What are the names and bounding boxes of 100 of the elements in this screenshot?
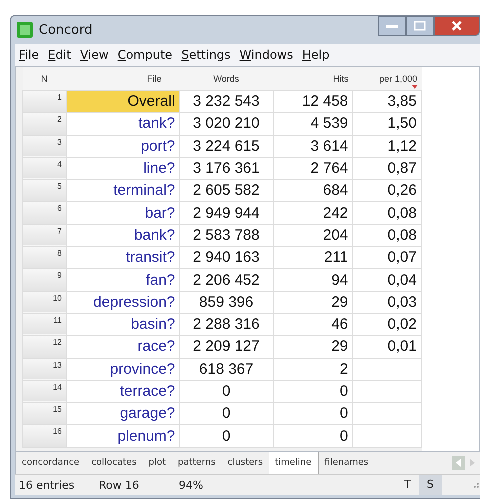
window-title: Concord xyxy=(39,22,93,38)
menu-item[interactable]: Windows xyxy=(240,48,294,62)
status-text: 16 entries xyxy=(19,478,76,492)
table-cell: 0,07 xyxy=(352,246,422,269)
tab[interactable]: concordance xyxy=(16,452,86,474)
row-number: 2 xyxy=(22,112,66,136)
menu-item[interactable]: Settings xyxy=(182,48,231,62)
table-cell: 94 xyxy=(273,268,353,292)
table-cell[interactable]: terminal? xyxy=(66,180,180,202)
table-cell[interactable]: transit? xyxy=(66,246,180,269)
table-cell: 0,08 xyxy=(352,224,422,247)
table-cell: 0,01 xyxy=(352,336,422,358)
table-cell: 3,85 xyxy=(352,90,422,113)
table-cell: 2 583 788 xyxy=(180,224,274,247)
menu-item[interactable]: View xyxy=(80,48,109,62)
row-number: 1 xyxy=(22,90,66,113)
table-cell: 0,26 xyxy=(352,180,422,202)
table-cell: 2 764 xyxy=(273,157,353,180)
row-number: 12 xyxy=(22,336,66,358)
table-cell: 684 xyxy=(273,180,353,202)
table-cell: 0 xyxy=(273,402,353,425)
table-cell[interactable]: tank? xyxy=(66,112,180,136)
row-number: 6 xyxy=(22,202,66,224)
table-cell: 2 206 452 xyxy=(180,268,274,292)
table-cell[interactable]: line? xyxy=(66,157,180,180)
row-number: 5 xyxy=(22,180,66,202)
table-cell: 0,02 xyxy=(352,313,422,336)
tab[interactable]: timeline xyxy=(269,452,319,474)
tab[interactable]: clusters xyxy=(222,452,270,474)
table-cell xyxy=(352,402,422,425)
table-cell: 0 xyxy=(180,424,274,448)
table-cell: 0 xyxy=(273,424,353,448)
table-cell[interactable]: plenum? xyxy=(66,424,180,448)
table-cell[interactable]: port? xyxy=(66,135,180,158)
table-cell: 3 224 615 xyxy=(180,135,274,158)
table-cell: 1,50 xyxy=(352,112,422,136)
table-cell[interactable]: garage? xyxy=(66,402,180,425)
table-cell: 4 539 xyxy=(273,112,353,136)
row-number: 15 xyxy=(22,402,66,425)
table-cell: 2 288 316 xyxy=(180,313,274,336)
close-button[interactable] xyxy=(434,16,480,36)
table-cell: 242 xyxy=(273,202,353,224)
table-cell: 618 367 xyxy=(180,358,274,380)
table-cell[interactable]: fan? xyxy=(66,268,180,292)
row-number: 11 xyxy=(22,313,66,336)
status-text: Row 16 xyxy=(99,478,140,492)
status-text: 94% xyxy=(179,478,204,492)
row-number: 7 xyxy=(22,224,66,247)
menu-item[interactable]: Edit xyxy=(48,48,72,62)
tab[interactable]: plot xyxy=(142,452,172,474)
table-cell[interactable]: depression? xyxy=(66,291,180,314)
maximize-button[interactable] xyxy=(406,16,434,36)
table-cell[interactable]: bar? xyxy=(66,202,180,224)
minimize-icon xyxy=(386,24,398,28)
status-toggle[interactable]: T xyxy=(396,475,420,495)
table-cell: 0 xyxy=(180,402,274,425)
menu-item[interactable]: Compute xyxy=(118,48,173,62)
table-cell: 12 458 xyxy=(273,90,353,113)
table-cell[interactable]: race? xyxy=(66,336,180,358)
table-cell: 0,03 xyxy=(352,291,422,314)
row-number: 8 xyxy=(22,246,66,269)
table-cell: 3 176 361 xyxy=(180,157,274,180)
row-number: 3 xyxy=(22,135,66,158)
menu-item[interactable]: File xyxy=(19,48,40,62)
table-cell: 0,04 xyxy=(352,268,422,292)
table-cell: 2 605 582 xyxy=(180,180,274,202)
table-cell: 211 xyxy=(273,246,353,269)
row-number: 13 xyxy=(22,358,66,380)
row-number: 14 xyxy=(22,380,66,403)
menu-item[interactable]: Help xyxy=(302,48,330,62)
table-cell xyxy=(352,358,422,380)
table-cell: 204 xyxy=(273,224,353,247)
table-cell: 1,12 xyxy=(352,135,422,158)
table-cell: 0,08 xyxy=(352,202,422,224)
maximize-icon xyxy=(414,21,426,31)
table-cell: 2 940 163 xyxy=(180,246,274,269)
tab[interactable]: patterns xyxy=(172,452,222,474)
tab[interactable]: filenames xyxy=(318,452,375,474)
row-number: 9 xyxy=(22,268,66,292)
row-number: 10 xyxy=(22,291,66,314)
close-icon xyxy=(451,20,463,32)
status-toggle[interactable]: S xyxy=(419,475,442,495)
table-cell xyxy=(352,380,422,403)
table-cell xyxy=(352,424,422,448)
table-cell[interactable]: province? xyxy=(66,358,180,380)
table-cell: 2 xyxy=(273,358,353,380)
table-cell: 0,87 xyxy=(352,157,422,180)
tab[interactable]: collocates xyxy=(86,452,143,474)
table-cell: 2 209 127 xyxy=(180,336,274,358)
table-cell: 859 396 xyxy=(180,291,274,314)
table-cell: 0 xyxy=(273,380,353,403)
table-cell[interactable]: basin? xyxy=(66,313,180,336)
table-cell[interactable]: terrace? xyxy=(66,380,180,403)
minimize-button[interactable] xyxy=(378,16,406,36)
row-number: 16 xyxy=(22,424,66,448)
resize-grip-icon[interactable] xyxy=(472,481,480,489)
table-cell: 3 614 xyxy=(273,135,353,158)
table-cell[interactable]: Overall xyxy=(66,90,180,113)
table-cell: 46 xyxy=(273,313,353,336)
table-cell[interactable]: bank? xyxy=(66,224,180,247)
